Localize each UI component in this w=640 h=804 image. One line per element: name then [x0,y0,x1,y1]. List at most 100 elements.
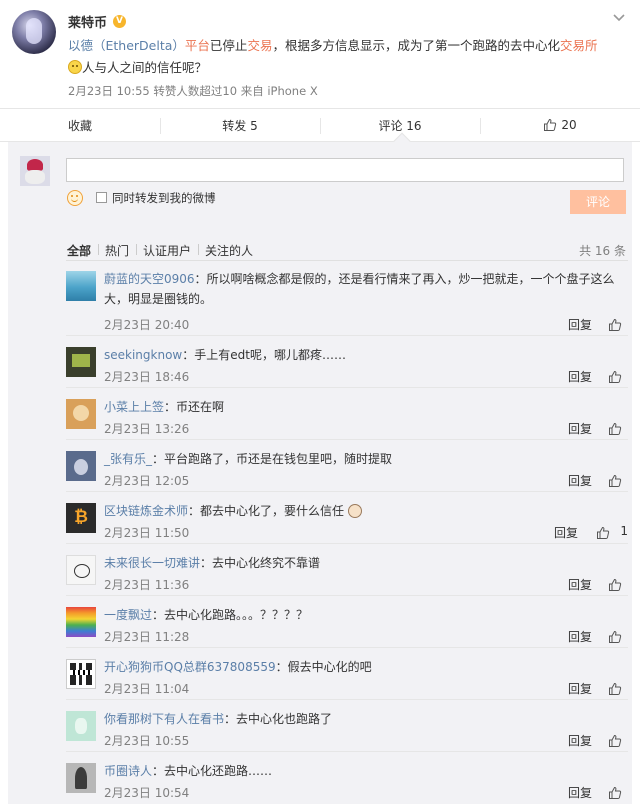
commenter-name[interactable]: 小菜上上签 [104,400,164,414]
comment-text: 开心狗狗币QQ总群637808559：假去中心化的吧 [104,657,624,677]
comment-text: seekingknow：手上有edt呢，哪儿都疼…… [104,345,624,365]
post-text-segment: 已停止 [209,38,248,53]
reply-button[interactable]: 回复 [568,680,592,697]
commenter-avatar[interactable] [66,555,96,585]
comment-item: 区块链炼金术师：都去中心化了，要什么信任 2月23日 11:50 回复 1 [66,492,628,544]
thinking-emoji-icon [68,60,82,74]
action-bar: 收藏 转发 5 评论 16 20 [0,108,640,142]
author-row: 莱特币 V [68,12,127,31]
comment-input[interactable] [66,158,624,182]
commenter-avatar[interactable] [66,503,96,533]
comment-text: 区块链炼金术师：都去中心化了，要什么信任 [104,501,624,521]
post-text-line2: 人与人之间的信任呢？ [82,60,208,75]
thumbs-up-icon[interactable] [608,370,622,384]
comment-time: 2月23日 11:50 [104,526,190,540]
thumbs-up-icon[interactable] [608,318,622,332]
comment-text: 蔚蓝的天空0906：所以啊啥概念都是假的，还是看行情来了再入，炒一把就走，一个个… [104,269,624,309]
comment-item: 未来很长一切难讲：去中心化终究不靠谱 2月23日 11:36 回复 [66,544,628,596]
my-avatar[interactable] [20,156,50,186]
commenter-avatar[interactable] [66,347,96,377]
repost-button[interactable]: 转发 5 [160,109,320,141]
repost-checkbox[interactable] [96,192,107,203]
commenter-name[interactable]: 蔚蓝的天空0906 [104,272,195,286]
comment-list: 蔚蓝的天空0906：所以啊啥概念都是假的，还是看行情来了再入，炒一把就走，一个个… [8,260,632,804]
commenter-avatar[interactable] [66,271,96,301]
thumbs-up-icon[interactable] [608,734,622,748]
repost-label: 转发 5 [222,118,258,133]
commenter-name[interactable]: 币圈诗人 [104,764,152,778]
commenter-avatar[interactable] [66,711,96,741]
thumbs-up-icon[interactable] [608,578,622,592]
chevron-down-icon[interactable] [612,12,626,24]
repost-checkbox-label[interactable]: 同时转发到我的微博 [112,190,216,206]
thumbs-up-icon[interactable] [608,682,622,696]
comment-item: 币圈诗人：去中心化还跑路…… 2月23日 10:54 回复 [66,752,628,804]
commenter-avatar[interactable] [66,399,96,429]
emoji-picker-icon[interactable] [67,190,83,206]
thumbs-up-icon[interactable] [608,474,622,488]
comment-text: 一度飘过：去中心化跑路。。。？？？？ [104,605,624,625]
comment-item: 你看那树下有人在看书：去中心化也跑路了 2月23日 10:55 回复 [66,700,628,752]
post-link-etherdelta[interactable]: 以德（EtherDelta） [68,38,185,53]
reply-button[interactable]: 回复 [568,576,592,593]
commenter-avatar[interactable] [66,451,96,481]
comment-body: ：手上有edt呢，哪儿都疼…… [182,348,346,362]
comment-text: _张有乐_：平台跑路了，币还是在钱包里吧，随时提取 [104,449,624,469]
comment-body: ：币还在啊 [164,400,225,414]
reply-button[interactable]: 回复 [568,368,592,385]
reply-button[interactable]: 回复 [554,524,578,541]
post-keyword-platform[interactable]: 平台 [185,38,210,53]
reply-button[interactable]: 回复 [568,784,592,801]
comment-time: 2月23日 11:04 [104,682,190,696]
reply-button[interactable]: 回复 [568,628,592,645]
tab-verified[interactable]: 认证用户 [136,242,198,259]
tab-following[interactable]: 关注的人 [198,242,260,259]
tab-all[interactable]: 全部 [67,242,98,259]
comment-body: ：去中心化还跑路…… [152,764,273,778]
favorite-label: 收藏 [67,118,92,133]
reply-button[interactable]: 回复 [568,732,592,749]
like-count: 20 [561,118,577,132]
comment-like-count: 1 [620,524,628,538]
comment-body: ：平台跑路了，币还是在钱包里吧，随时提取 [152,452,393,466]
favorite-button[interactable]: 收藏 [0,109,160,141]
commenter-avatar[interactable] [66,607,96,637]
commenter-name[interactable]: 区块链炼金术师 [104,504,188,518]
comment-body: ：都去中心化了，要什么信任 [188,504,345,518]
thumbs-up-icon[interactable] [608,422,622,436]
comment-item: 一度飘过：去中心化跑路。。。？？？？ 2月23日 11:28 回复 [66,596,628,648]
reply-button[interactable]: 回复 [568,472,592,489]
submit-comment-button[interactable]: 评论 [570,190,626,214]
commenter-avatar[interactable] [66,763,96,793]
post-text: 以德（EtherDelta）平台已停止交易，根据多方信息显示，成为了第一个跑路的… [68,35,628,79]
commenter-name[interactable]: 开心狗狗币QQ总群637808559 [104,660,276,674]
like-button[interactable]: 20 [480,109,640,141]
reply-button[interactable]: 回复 [568,420,592,437]
tab-hot[interactable]: 热门 [98,242,136,259]
commenter-name[interactable]: seekingknow [104,348,182,362]
thumbs-up-icon[interactable] [596,526,610,540]
comment-time: 2月23日 12:05 [104,474,190,488]
comment-text: 未来很长一切难讲：去中心化终究不靠谱 [104,553,624,573]
comment-text: 你看那树下有人在看书：去中心化也跑路了 [104,709,624,729]
comment-body: ：去中心化终究不靠谱 [200,556,321,570]
thumbs-up-icon[interactable] [608,630,622,644]
comment-label: 评论 16 [378,118,422,133]
post-text-segment: ，根据多方信息显示，成为了第一个跑路的去中心化 [272,38,560,53]
thumbs-up-icon[interactable] [608,786,622,800]
commenter-name[interactable]: _张有乐_ [104,452,152,466]
post-keyword-exchange[interactable]: 交易所 [560,38,598,53]
post-meta: 2月23日 10:55 转赞人数超过10 来自 iPhone X [68,84,318,98]
comment-item: 小菜上上签：币还在啊 2月23日 13:26 回复 [66,388,628,440]
comment-item: 蔚蓝的天空0906：所以啊啥概念都是假的，还是看行情来了再入，炒一把就走，一个个… [66,260,628,336]
reply-button[interactable]: 回复 [568,316,592,333]
post-keyword-trade[interactable]: 交易 [247,38,272,53]
comment-time: 2月23日 13:26 [104,422,190,436]
commenter-name[interactable]: 你看那树下有人在看书 [104,712,224,726]
author-name[interactable]: 莱特币 [68,12,107,31]
commenter-avatar[interactable] [66,659,96,689]
commenter-name[interactable]: 一度飘过 [104,608,152,622]
author-avatar[interactable] [12,10,56,54]
weibo-post: 莱特币 V 以德（EtherDelta）平台已停止交易，根据多方信息显示，成为了… [0,0,640,108]
commenter-name[interactable]: 未来很长一切难讲 [104,556,200,570]
